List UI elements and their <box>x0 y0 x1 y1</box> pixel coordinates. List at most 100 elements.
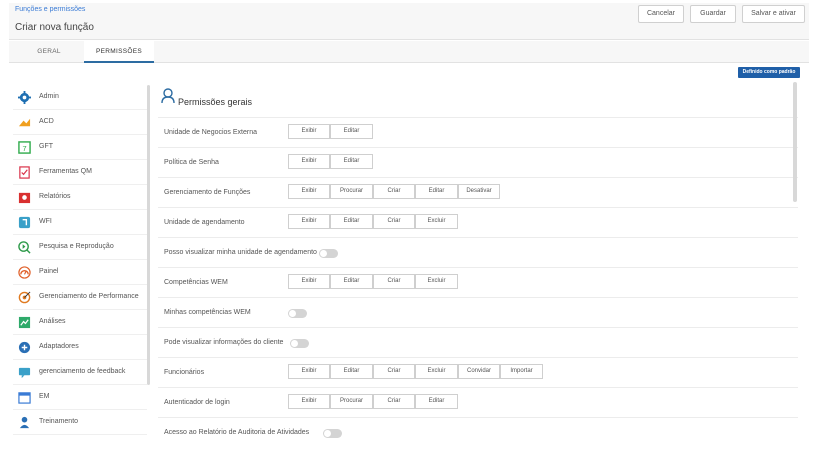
edit-button[interactable]: Editar <box>330 364 373 379</box>
svg-text:7: 7 <box>22 144 26 153</box>
view-button[interactable]: Exibir <box>288 364 330 379</box>
permission-row: Unidade de agendamento Exibir Editar Cri… <box>158 207 798 237</box>
sidebar-item-label: Análises <box>39 318 66 325</box>
permission-label: Unidade de agendamento <box>164 219 245 226</box>
user-icon <box>161 88 175 104</box>
view-button[interactable]: Exibir <box>288 124 330 139</box>
save-and-activate-button[interactable]: Salvar e ativar <box>742 5 805 23</box>
sidebar-item-label: Adaptadores <box>39 343 79 350</box>
sidebar-item-label: WFI <box>39 218 52 225</box>
feedback-icon <box>18 367 31 379</box>
section-title: Permissões gerais <box>178 97 253 107</box>
permission-label: Funcionários <box>164 369 205 376</box>
permission-label: Política de Senha <box>164 159 219 166</box>
sidebar-item-adaptadores[interactable]: Adaptadores <box>13 336 147 360</box>
permission-row: Gerenciamento de Funções Exibir Procurar… <box>158 177 798 207</box>
delete-button[interactable]: Excluir <box>415 364 458 379</box>
create-button[interactable]: Criar <box>373 274 415 289</box>
target-icon <box>18 291 31 304</box>
deactivate-button[interactable]: Desativar <box>458 184 500 199</box>
sidebar-item-label: EM <box>39 393 50 400</box>
permission-row: Acesso ao Relatório de Auditoria de Ativ… <box>158 417 798 442</box>
search-button[interactable]: Procurar <box>330 184 373 199</box>
permission-row: Política de Senha Exibir Editar <box>158 147 798 177</box>
sidebar-item-label: ACD <box>39 118 54 125</box>
sidebar-item-pesquisa-reproducao[interactable]: Pesquisa e Reprodução <box>13 236 147 260</box>
search-button[interactable]: Procurar <box>330 394 373 409</box>
app-frame: Funções e permissões Criar nova função C… <box>9 3 809 442</box>
calendar-7-icon: 7 <box>18 141 31 154</box>
edit-button[interactable]: Editar <box>330 124 373 139</box>
main-scrollbar[interactable] <box>793 82 797 202</box>
permission-row: Autenticador de login Exibir Procurar Cr… <box>158 387 798 417</box>
sidebar-item-label: GFT <box>39 143 53 150</box>
sidebar-item-label: Admin <box>39 93 59 100</box>
set-as-default-button[interactable]: Definido como padrão <box>738 67 800 78</box>
tab-bar: GERAL PERMISSÕES <box>9 41 809 63</box>
permission-label: Competências WEM <box>164 279 228 286</box>
sidebar-item-relatorios[interactable]: Relatórios <box>13 186 147 210</box>
checklist-icon <box>19 166 30 179</box>
em-icon <box>18 392 31 404</box>
sidebar-item-feedback[interactable]: gerenciamento de feedback <box>13 361 147 385</box>
tab-permissoes[interactable]: PERMISSÕES <box>84 41 154 63</box>
create-button[interactable]: Criar <box>373 214 415 229</box>
sidebar-item-label: gerenciamento de feedback <box>39 368 126 375</box>
view-button[interactable]: Exibir <box>288 184 330 199</box>
permission-toggle[interactable] <box>319 249 338 258</box>
wfi-icon <box>18 216 31 229</box>
create-button[interactable]: Criar <box>373 394 415 409</box>
import-button[interactable]: Importar <box>500 364 543 379</box>
sidebar-item-admin[interactable]: Admin <box>13 86 147 110</box>
edit-button[interactable]: Editar <box>415 394 458 409</box>
sidebar-item-label: Relatórios <box>39 193 71 200</box>
sidebar-item-treinamento[interactable]: Treinamento <box>13 411 147 435</box>
sidebar-item-wfi[interactable]: WFI <box>13 211 147 235</box>
edit-button[interactable]: Editar <box>330 274 373 289</box>
sidebar-item-label: Painel <box>39 268 59 275</box>
permission-label: Autenticador de login <box>164 399 230 406</box>
permission-row: Pode visualizar informações do cliente <box>158 327 798 357</box>
sidebar-item-label: Ferramentas QM <box>39 168 92 175</box>
view-button[interactable]: Exibir <box>288 394 330 409</box>
invite-button[interactable]: Convidar <box>458 364 500 379</box>
delete-button[interactable]: Excluir <box>415 214 458 229</box>
dashboard-icon <box>18 266 31 279</box>
sidebar-item-gerenciamento-performance[interactable]: Gerenciamento de Performance <box>13 286 147 310</box>
page-header: Funções e permissões Criar nova função C… <box>9 3 809 40</box>
save-button[interactable]: Guardar <box>690 5 736 23</box>
cancel-button[interactable]: Cancelar <box>638 5 684 23</box>
view-button[interactable]: Exibir <box>288 274 330 289</box>
tab-geral[interactable]: GERAL <box>25 41 73 63</box>
permission-toggle[interactable] <box>323 429 342 438</box>
edit-button[interactable]: Editar <box>330 154 373 169</box>
permission-toggle[interactable] <box>288 309 307 318</box>
permission-toggle[interactable] <box>290 339 309 348</box>
create-button[interactable]: Criar <box>373 364 415 379</box>
delete-button[interactable]: Excluir <box>415 274 458 289</box>
permission-label: Pode visualizar informações do cliente <box>164 339 284 346</box>
view-button[interactable]: Exibir <box>288 154 330 169</box>
gear-icon <box>18 91 31 104</box>
sidebar-item-ferramentas-qm[interactable]: Ferramentas QM <box>13 161 147 185</box>
sidebar-item-label: Treinamento <box>39 418 79 425</box>
sidebar-item-em[interactable]: EM <box>13 386 147 410</box>
sidebar-item-gft[interactable]: 7 GFT <box>13 136 147 160</box>
permission-label: Acesso ao Relatório de Auditoria de Ativ… <box>164 429 310 436</box>
sidebar-item-analises[interactable]: Análises <box>13 311 147 335</box>
permission-label: Unidade de Negocios Externa <box>164 129 258 136</box>
view-button[interactable]: Exibir <box>288 214 330 229</box>
page-title: Criar nova função <box>15 22 94 33</box>
edit-button[interactable]: Editar <box>330 214 373 229</box>
sidebar: Admin ACD 7 GFT Ferramentas QM Relatório… <box>13 82 147 442</box>
permission-label: Posso visualizar minha unidade de agenda… <box>164 249 317 256</box>
adapter-icon <box>18 341 31 354</box>
sidebar-item-label: Pesquisa e Reprodução <box>39 243 114 250</box>
search-play-icon <box>18 241 31 254</box>
edit-button[interactable]: Editar <box>415 184 458 199</box>
breadcrumb[interactable]: Funções e permissões <box>15 6 85 13</box>
create-button[interactable]: Criar <box>373 184 415 199</box>
sidebar-item-painel[interactable]: Painel <box>13 261 147 285</box>
sidebar-item-label: Gerenciamento de Performance <box>39 293 139 300</box>
sidebar-item-acd[interactable]: ACD <box>13 111 147 135</box>
